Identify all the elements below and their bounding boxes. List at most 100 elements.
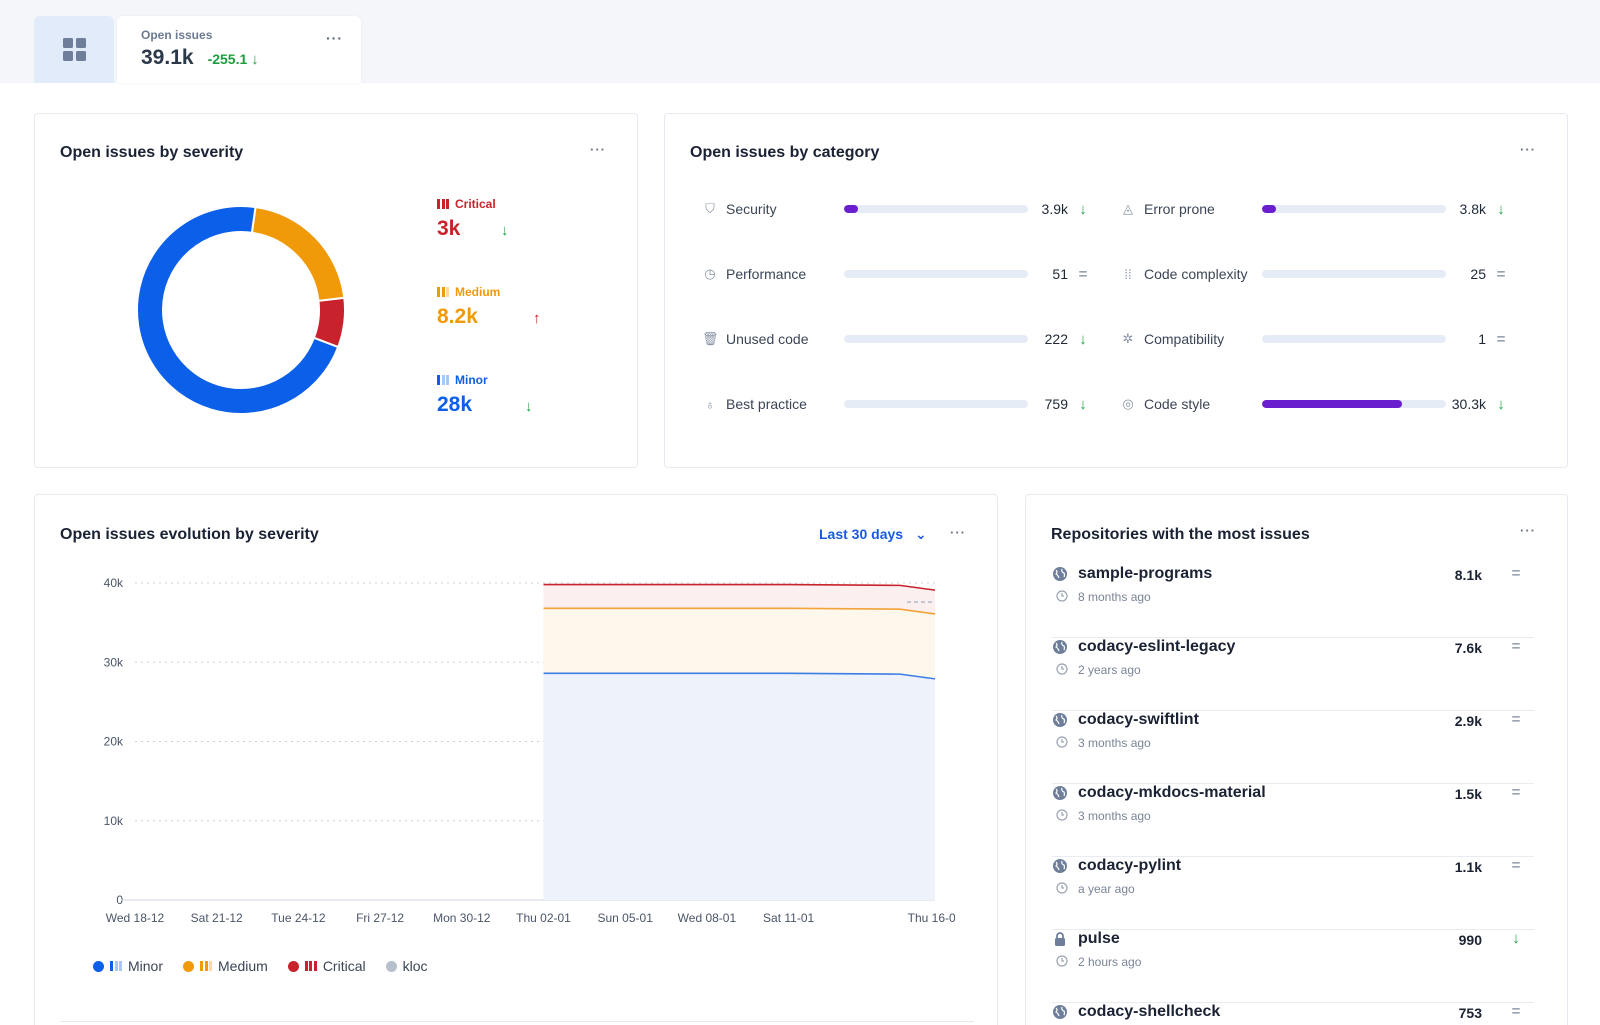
category-row-code-style[interactable]: ◎ Code style 30.3k ↓ xyxy=(1120,394,1516,414)
category-label: Performance xyxy=(726,266,807,282)
repo-row[interactable]: codacy-swiftlint 3 months ago 2.9k = xyxy=(1052,711,1534,784)
date-range-dropdown[interactable]: Last 30 days ⌄ xyxy=(819,526,927,543)
x-tick-label: Fri 27-12 xyxy=(356,911,404,925)
severity-bars-icon xyxy=(200,961,213,971)
category-row-performance[interactable]: ◷ Performance 51 = xyxy=(702,264,1098,284)
repo-name[interactable]: pulse xyxy=(1078,930,1120,948)
category-label: Security xyxy=(726,201,777,217)
area-medium xyxy=(543,608,935,679)
repo-row[interactable]: codacy-pylint a year ago 1.1k = xyxy=(1052,857,1534,930)
legend-item-medium[interactable]: Medium xyxy=(183,958,268,974)
kpi-value: 39.1k xyxy=(141,46,194,69)
repo-row[interactable]: pulse 2 hours ago 990 ↓ xyxy=(1052,930,1534,1003)
open-issues-kpi-card[interactable]: Open issues 39.1k -255.1 ↓ ··· xyxy=(117,16,361,83)
legend-dot xyxy=(385,960,397,972)
severity-critical-icon xyxy=(437,199,449,209)
category-value: 3.8k xyxy=(1459,201,1486,217)
category-row-security[interactable]: ⛉ Security 3.9k ↓ xyxy=(702,199,1098,219)
category-row-code-complexity[interactable]: ⁞⁞ Code complexity 25 = xyxy=(1120,264,1516,284)
category-menu-button[interactable]: ··· xyxy=(1520,142,1536,157)
severity-donut-chart xyxy=(136,205,346,415)
legend-item-kloc[interactable]: kloc xyxy=(385,958,428,974)
donut-slice-medium[interactable] xyxy=(250,205,346,303)
x-tick-label: Thu 02-01 xyxy=(516,911,571,925)
x-tick-label: Mon 30-12 xyxy=(433,911,491,925)
timer-icon: ◷ xyxy=(704,266,716,281)
award-icon: ♁ xyxy=(705,396,715,412)
legend-dot xyxy=(287,960,299,972)
category-bar xyxy=(1262,270,1446,278)
repo-issue-count: 1.5k xyxy=(1454,786,1482,802)
repo-row[interactable]: codacy-mkdocs-material 3 months ago 1.5k = xyxy=(1052,784,1534,857)
y-tick-label: 40k xyxy=(104,576,124,590)
category-value: 30.3k xyxy=(1451,396,1486,412)
severity-card: Open issues by severity ··· Critical 3k ↓… xyxy=(34,113,638,468)
repos-menu-button[interactable]: ··· xyxy=(1520,523,1536,538)
y-tick-label: 20k xyxy=(104,735,124,749)
repo-issue-count: 2.9k xyxy=(1454,713,1482,729)
arrow-up-icon: ↑ xyxy=(533,310,541,327)
repo-name[interactable]: codacy-eslint-legacy xyxy=(1078,638,1235,656)
repo-name[interactable]: codacy-shellcheck xyxy=(1078,1003,1220,1021)
severity-minor[interactable]: Minor 28k ↓ xyxy=(437,373,533,417)
arrow-down-icon: ↓ xyxy=(1079,200,1087,218)
category-bar xyxy=(1262,400,1446,408)
category-bar xyxy=(844,400,1028,408)
evolution-menu-button[interactable]: ··· xyxy=(950,525,966,540)
severity-medium[interactable]: Medium 8.2k ↑ xyxy=(437,285,541,329)
severity-bars-icon xyxy=(304,961,317,971)
legend-item-minor[interactable]: Minor xyxy=(93,958,163,974)
severity-bars-icon xyxy=(110,961,122,971)
severity-label: Medium xyxy=(455,285,501,299)
category-row-compatibility[interactable]: ✲ Compatibility 1 = xyxy=(1120,329,1516,349)
palette-icon: ◎ xyxy=(1122,396,1134,411)
repo-name[interactable]: codacy-swiftlint xyxy=(1078,711,1199,729)
equal-icon: = xyxy=(1496,265,1506,283)
repo-updated-time: 2 hours ago xyxy=(1078,955,1142,969)
globe-icon xyxy=(1053,567,1067,581)
x-tick-label: Wed 18-12 xyxy=(106,911,165,925)
category-label: Compatibility xyxy=(1144,331,1225,347)
repo-name[interactable]: codacy-pylint xyxy=(1078,857,1181,875)
arrow-down-icon: ↓ xyxy=(1512,930,1520,947)
legend-dot xyxy=(93,960,104,972)
category-value: 51 xyxy=(1052,266,1068,282)
severity-value: 8.2k xyxy=(437,305,478,328)
severity-card-title: Open issues by severity xyxy=(60,144,244,161)
kpi-menu-button[interactable]: ··· xyxy=(326,30,343,46)
x-tick-label: Tue 24-12 xyxy=(271,911,326,925)
equal-icon: = xyxy=(1511,638,1521,655)
repo-name[interactable]: codacy-mkdocs-material xyxy=(1078,784,1266,802)
category-row-best-practice[interactable]: ♁ Best practice 759 ↓ xyxy=(702,394,1098,414)
category-value: 759 xyxy=(1044,396,1068,412)
grid-dots-icon: ⁞⁞ xyxy=(1124,266,1132,282)
severity-menu-button[interactable]: ··· xyxy=(590,142,606,157)
repo-updated-time: 2 years ago xyxy=(1078,663,1141,677)
legend-item-critical[interactable]: Critical xyxy=(287,958,366,974)
globe-icon xyxy=(1053,786,1067,800)
category-value: 1 xyxy=(1478,331,1486,347)
repos-card: Repositories with the most issues ··· sa… xyxy=(1025,494,1568,1025)
category-row-unused-code[interactable]: 🗑 Unused code 222 ↓ xyxy=(702,329,1098,349)
evolution-card: Open issues evolution by severity Last 3… xyxy=(34,494,998,1025)
shield-icon: ⛉ xyxy=(705,201,715,216)
y-tick-label: 10k xyxy=(104,814,124,828)
dashboard-grid-toggle[interactable] xyxy=(34,16,114,83)
repo-row[interactable]: sample-programs 8 months ago 8.1k = xyxy=(1052,565,1534,638)
severity-critical[interactable]: Critical 3k ↓ xyxy=(437,197,509,241)
repo-updated-time: 3 months ago xyxy=(1078,809,1151,823)
severity-medium-icon xyxy=(437,287,449,297)
chevron-down-icon: ⌄ xyxy=(914,526,927,542)
category-bar xyxy=(844,270,1028,278)
repo-name[interactable]: sample-programs xyxy=(1078,565,1212,583)
repo-row[interactable]: codacy-shellcheck 753 = xyxy=(1052,1003,1534,1025)
arrow-down-icon: ↓ xyxy=(1497,200,1505,218)
repo-row[interactable]: codacy-eslint-legacy 2 years ago 7.6k = xyxy=(1052,638,1534,711)
evolution-area-chart: 010k20k30k40kWed 18-12 Sat 21-12 Tue 24-12… xyxy=(104,576,955,925)
category-row-error-prone[interactable]: ◬ Error prone 3.8k ↓ xyxy=(1120,199,1516,219)
trash-icon: 🗑 xyxy=(702,331,719,346)
category-label: Best practice xyxy=(726,396,807,412)
equal-icon: = xyxy=(1511,857,1521,874)
category-bar xyxy=(1262,335,1446,343)
x-tick-label: Sun 05-01 xyxy=(598,911,654,925)
